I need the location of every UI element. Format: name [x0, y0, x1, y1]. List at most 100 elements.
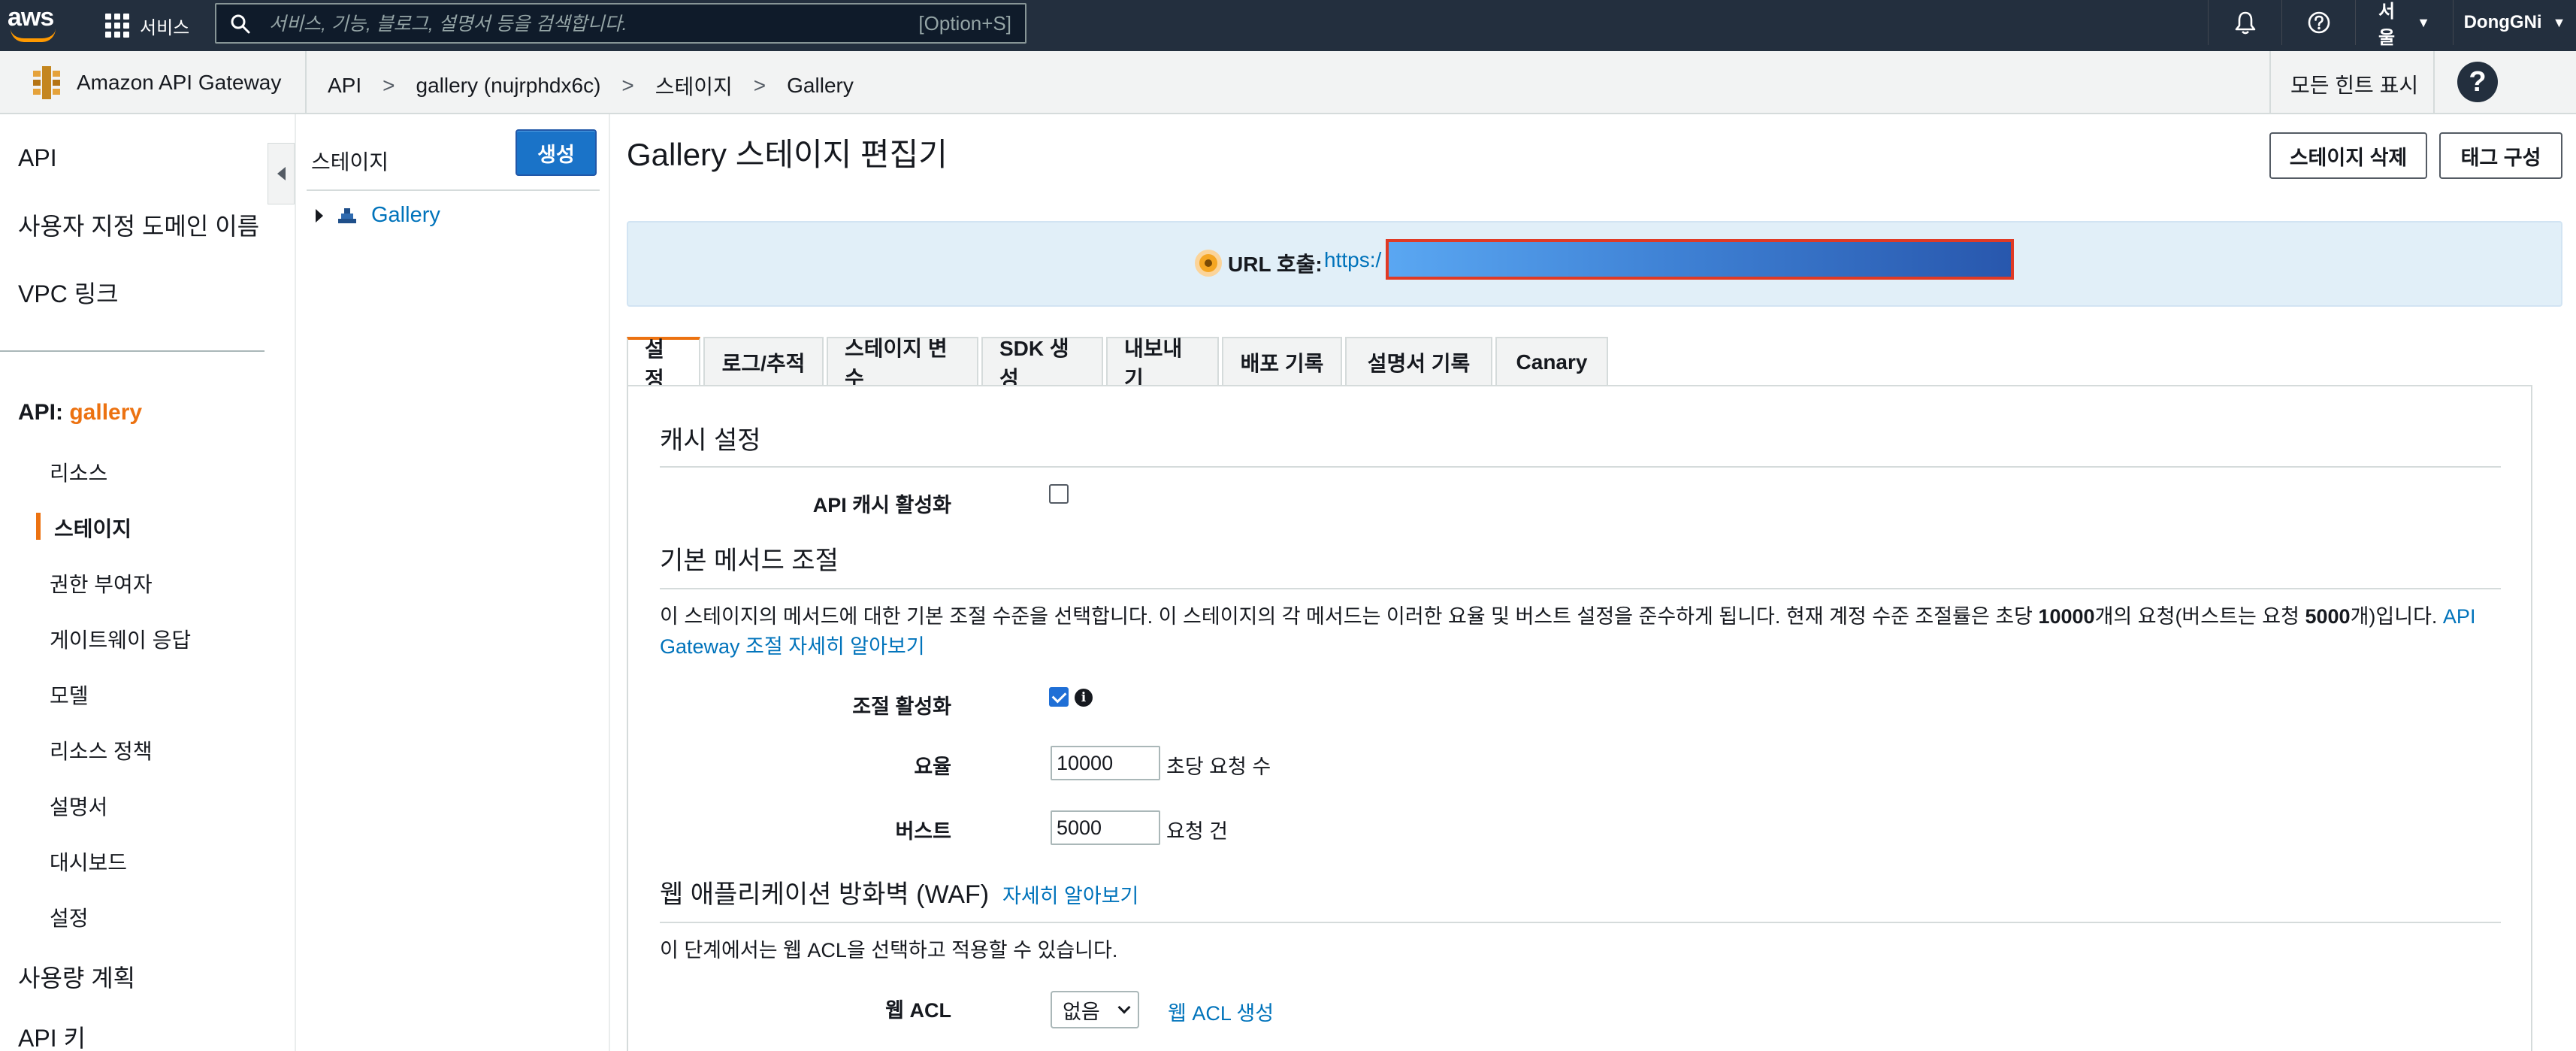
create-stage-button[interactable]: 생성 [516, 129, 597, 176]
account-menu[interactable]: DongGNi ▼ [2453, 0, 2576, 45]
grid-menu-icon [105, 14, 129, 38]
notifications-button[interactable] [2208, 0, 2281, 45]
web-acl-label: 웹 ACL [885, 999, 951, 1022]
throttling-heading: 기본 메서드 조절 [660, 547, 839, 575]
service-bar: Amazon API Gateway API > gallery (nujrph… [0, 51, 2576, 114]
api-gateway-icon[interactable] [27, 63, 66, 102]
burst-label: 버스트 [895, 820, 951, 843]
info-icon[interactable]: i [1075, 689, 1093, 707]
tab-documentation-history[interactable]: 설명서 기록 [1345, 337, 1492, 386]
breadcrumb-separator: > [382, 74, 395, 97]
nav-right-group: 서울 ▼ DongGNi ▼ [2208, 0, 2576, 48]
tab-logs-tracing[interactable]: 로그/추적 [703, 337, 824, 386]
breadcrumb-item-api[interactable]: API [328, 74, 361, 98]
tab-settings[interactable]: 설정 [627, 337, 700, 391]
nav-divider [0, 350, 265, 352]
tab-deployment-history[interactable]: 배포 기록 [1222, 337, 1342, 386]
tree-item-label: Gallery [371, 203, 440, 227]
nav-item-usage-plans[interactable]: 사용량 계획 [18, 959, 135, 994]
nav-item-custom-domain-names[interactable]: 사용자 지정 도메인 이름 [18, 207, 259, 242]
nav-item-vpc-links[interactable]: VPC 링크 [18, 275, 119, 310]
nav-item-stages[interactable]: 스테이지 [54, 513, 132, 543]
stage-tabs: 설정 로그/추적 스테이지 변수 SDK 생성 내보내기 배포 기록 설명서 기… [627, 337, 1611, 391]
help-circle-icon [2308, 11, 2330, 34]
services-menu-button[interactable]: 서비스 [105, 8, 189, 44]
tab-export[interactable]: 내보내기 [1106, 337, 1219, 390]
delete-stage-button[interactable]: 스테이지 삭제 [2269, 132, 2427, 179]
nav-item-authorizers[interactable]: 권한 부여자 [50, 568, 153, 598]
breadcrumb-separator: > [753, 74, 766, 97]
collapse-nav-button[interactable] [268, 143, 295, 204]
stage-icon [338, 207, 356, 223]
api-name: gallery [69, 400, 143, 425]
breadcrumb-separator: > [621, 74, 634, 97]
account-name: DongGNi [2463, 12, 2542, 32]
section-divider [660, 466, 2501, 468]
tab-sdk-generation[interactable]: SDK 생성 [981, 337, 1103, 390]
service-name[interactable]: Amazon API Gateway [77, 71, 281, 95]
nav-item-gateway-responses[interactable]: 게이트웨이 응답 [50, 624, 191, 654]
search-input[interactable] [269, 11, 870, 38]
configure-tags-button[interactable]: 태그 구성 [2439, 132, 2562, 179]
status-dot-icon [1195, 250, 1222, 277]
nav-item-resources[interactable]: 리소스 [50, 457, 107, 487]
invoke-url-link[interactable]: https:/ [1324, 248, 1381, 272]
web-acl-select[interactable]: 없음 [1051, 991, 1139, 1028]
cache-settings-heading: 캐시 설정 [660, 426, 761, 455]
breadcrumb-item-gallery-stage: Gallery [787, 74, 854, 97]
expand-caret-icon[interactable] [316, 208, 323, 223]
api-cache-checkbox[interactable] [1049, 484, 1069, 504]
api-section-heading: API: gallery [18, 400, 142, 426]
breadcrumb-item-stages[interactable]: 스테이지 [655, 71, 733, 101]
nav-item-api-keys[interactable]: API 키 [18, 1019, 86, 1051]
throttling-text: 개)입니다. [2350, 605, 2443, 628]
account-burst-value: 5000 [2305, 605, 2351, 628]
chevron-down-icon [1117, 1001, 1131, 1014]
burst-input[interactable] [1051, 810, 1160, 845]
caret-down-icon: ▼ [2417, 14, 2430, 30]
waf-learn-more-link[interactable]: 자세히 알아보기 [1002, 880, 1138, 909]
web-acl-selected-value: 없음 [1063, 1000, 1100, 1023]
tab-canary[interactable]: Canary [1495, 337, 1608, 386]
throttling-enabled-label: 조절 활성화 [852, 695, 951, 718]
divider [307, 189, 600, 191]
show-all-hints-button[interactable]: 모든 힌트 표시 [2290, 69, 2418, 99]
nav-item-resource-policy[interactable]: 리소스 정책 [50, 735, 153, 765]
throttling-learn-more-link[interactable]: API [2443, 605, 2476, 628]
nav-item-models[interactable]: 모델 [50, 680, 89, 710]
search-box[interactable]: [Option+S] [215, 3, 1026, 44]
nav-item-documentation[interactable]: 설명서 [50, 791, 107, 821]
caret-down-icon: ▼ [2552, 14, 2566, 30]
stage-panel-title: 스테이지 [311, 150, 389, 174]
rate-input[interactable] [1051, 746, 1160, 780]
nav-item-dashboard[interactable]: 대시보드 [50, 847, 127, 877]
throttling-enabled-checkbox[interactable] [1049, 687, 1069, 707]
throttling-learn-more-link[interactable]: Gateway 조절 자세히 알아보기 [660, 635, 925, 658]
breadcrumb-item-gallery-api[interactable]: gallery (nujrphdx6c) [416, 74, 601, 98]
region-selector[interactable]: 서울 ▼ [2355, 0, 2453, 48]
support-button[interactable] [2281, 0, 2355, 45]
active-indicator [36, 513, 41, 540]
settings-panel: 캐시 설정 API 캐시 활성화 기본 메서드 조절 이 스테이지의 메서드에 … [627, 385, 2532, 1051]
rate-unit: 초당 요청 수 [1166, 756, 1271, 778]
throttling-text: 이 스테이지의 메서드에 대한 기본 조절 수준을 선택합니다. 이 스테이지의… [660, 605, 2039, 628]
nav-item-settings[interactable]: 설정 [50, 902, 89, 932]
divider [2269, 51, 2271, 114]
aws-logo[interactable]: aws [8, 3, 57, 45]
create-web-acl-link[interactable]: 웹 ACL 생성 [1168, 997, 1274, 1026]
burst-unit: 요청 건 [1166, 820, 1229, 843]
rate-label: 요율 [914, 756, 951, 778]
stage-tree-panel: 스테이지 생성 Gallery [296, 114, 610, 1051]
tree-item-gallery[interactable]: Gallery [316, 203, 440, 228]
api-cache-label: API 캐시 활성화 [812, 494, 951, 516]
region-label: 서울 [2378, 2, 2396, 48]
account-rate-value: 10000 [2038, 605, 2095, 628]
nav-item-api[interactable]: API [18, 144, 57, 172]
help-icon[interactable]: ? [2457, 62, 2498, 102]
tab-stage-variables[interactable]: 스테이지 변수 [827, 337, 978, 390]
throttling-text: 개의 요청(버스트는 요청 [2094, 605, 2305, 628]
search-shortcut-hint: [Option+S] [918, 12, 1011, 35]
section-divider [660, 922, 2501, 923]
api-prefix: API: [18, 400, 63, 425]
aws-smile-icon [11, 29, 56, 42]
